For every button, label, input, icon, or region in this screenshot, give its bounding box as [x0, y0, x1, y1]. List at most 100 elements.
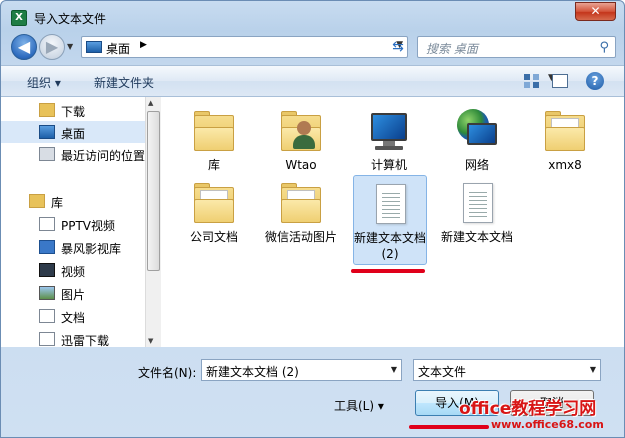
- breadcrumb-arrow-icon[interactable]: ▶: [140, 40, 147, 50]
- sidebar-item-libraries[interactable]: 库: [1, 190, 145, 212]
- folder-icon: [277, 179, 325, 227]
- close-button[interactable]: ✕: [575, 2, 616, 21]
- title-bar: X 导入文本文件 ✕: [1, 1, 624, 35]
- pptv-icon: [39, 217, 55, 231]
- watermark-text: office教程学习网: [459, 399, 597, 419]
- command-toolbar: 组织 ▾ 新建文件夹 ▼ ?: [1, 65, 624, 97]
- sidebar-item-thunder[interactable]: 迅雷下载: [1, 328, 145, 347]
- sidebar-item-pictures[interactable]: 图片: [1, 282, 145, 304]
- filename-value[interactable]: 新建文本文档 (2): [206, 363, 299, 380]
- file-item-xmx8[interactable]: xmx8: [528, 103, 602, 173]
- desktop-icon: [86, 41, 102, 53]
- filetype-dropdown-icon[interactable]: ▼: [590, 365, 596, 374]
- documents-icon: [39, 309, 55, 323]
- forward-button[interactable]: ▶: [39, 34, 65, 60]
- sidebar-item-videos[interactable]: 视频: [1, 259, 145, 281]
- navigation-bar: ◀ ▶ ▼ 桌面 ▶ ▼ ⇆ 搜索 桌面 ⚲: [1, 31, 624, 63]
- file-item-library[interactable]: 库: [177, 103, 251, 173]
- sidebar-item-downloads[interactable]: 下载: [1, 99, 145, 121]
- recent-places-icon: [39, 147, 55, 161]
- sidebar-item-desktop[interactable]: 桌面: [1, 121, 145, 143]
- videos-icon: [39, 263, 55, 277]
- file-name: 网络: [464, 158, 489, 172]
- sidebar-scrollbar[interactable]: ▲ ▼: [145, 97, 161, 347]
- search-icon[interactable]: ⚲: [599, 40, 609, 55]
- filetype-select[interactable]: 文本文件 ▼: [413, 359, 601, 381]
- thunder-download-icon: [39, 332, 55, 346]
- sidebar-item-label: 库: [51, 196, 64, 210]
- text-document-icon: [366, 180, 414, 228]
- recent-pages-dropdown[interactable]: ▼: [67, 42, 77, 52]
- search-input[interactable]: 搜索 桌面 ⚲: [417, 36, 616, 58]
- filetype-value[interactable]: 文本文件: [418, 363, 466, 380]
- search-placeholder: 搜索 桌面: [426, 42, 478, 56]
- file-item-company-docs[interactable]: 公司文档: [177, 175, 251, 245]
- excel-app-icon: X: [11, 10, 27, 26]
- file-name: xmx8: [548, 158, 582, 172]
- scrollbar-thumb[interactable]: [147, 111, 160, 271]
- sidebar-item-label: 视频: [61, 265, 86, 279]
- navigation-pane: 下载 桌面 最近访问的位置 库 PPTV视频 暴风影视库 视频 图片 文档 迅雷…: [1, 97, 145, 347]
- filename-field[interactable]: 新建文本文档 (2) ▼: [201, 359, 402, 381]
- library-icon: [29, 194, 45, 208]
- user-folder-icon: [277, 107, 325, 155]
- file-name: 计算机: [370, 158, 407, 172]
- scroll-down-icon[interactable]: ▼: [148, 337, 153, 345]
- scroll-up-icon[interactable]: ▲: [148, 99, 153, 107]
- window-title: 导入文本文件: [34, 12, 107, 26]
- sidebar-item-documents[interactable]: 文档: [1, 305, 145, 327]
- file-item-wechat-images[interactable]: 微信活动图片: [264, 175, 338, 245]
- file-item-new-text-doc-2[interactable]: 新建文本文档 (2): [353, 175, 427, 265]
- dialog-footer: 文件名(N): 新建文本文档 (2) ▼ 文本文件 ▼ 工具(L) ▾ 导入(M…: [1, 347, 624, 437]
- organize-button[interactable]: 组织 ▾: [27, 74, 61, 91]
- pictures-icon: [39, 286, 55, 300]
- file-list: 库 Wtao 计算机 网络 xmx8 公司文档 微信活动图片 新建文本文档 (2…: [161, 97, 624, 347]
- change-view-icon[interactable]: [523, 73, 541, 89]
- file-item-wtao[interactable]: Wtao: [264, 103, 338, 173]
- sidebar-item-label: 迅雷下载: [61, 334, 110, 347]
- sidebar-item-label: 文档: [61, 311, 86, 325]
- file-item-network[interactable]: 网络: [440, 103, 514, 173]
- file-name: 新建文本文档 (2): [354, 231, 427, 261]
- new-folder-button[interactable]: 新建文件夹: [94, 74, 154, 91]
- sidebar-item-label: 下载: [61, 105, 86, 119]
- sidebar-item-recent-places[interactable]: 最近访问的位置: [1, 143, 145, 165]
- file-name: Wtao: [285, 158, 317, 172]
- file-item-new-text-doc[interactable]: 新建文本文档: [440, 175, 514, 245]
- library-folder-icon: [190, 107, 238, 155]
- annotation-underline: [409, 425, 489, 429]
- address-bar[interactable]: 桌面 ▶ ▼: [81, 36, 408, 58]
- refresh-button[interactable]: ⇆: [387, 36, 409, 58]
- sidebar-item-label: 暴风影视库: [61, 242, 122, 256]
- desktop-icon: [39, 125, 55, 139]
- sidebar-item-pptv[interactable]: PPTV视频: [1, 213, 145, 235]
- watermark-url: www.office68.com: [491, 418, 604, 431]
- folder-icon: [190, 179, 238, 227]
- annotation-underline: [351, 269, 425, 273]
- file-name: 公司文档: [189, 230, 238, 244]
- sidebar-item-label: PPTV视频: [61, 219, 116, 233]
- tools-button[interactable]: 工具(L) ▾: [334, 397, 384, 414]
- file-name: 新建文本文档: [440, 230, 513, 244]
- folder-icon: [541, 107, 589, 155]
- network-icon: [453, 107, 501, 155]
- file-name: 微信活动图片: [264, 230, 337, 244]
- back-button[interactable]: ◀: [11, 34, 37, 60]
- video-library-icon: [39, 240, 55, 254]
- help-icon[interactable]: ?: [586, 72, 604, 90]
- download-folder-icon: [39, 103, 55, 117]
- file-item-computer[interactable]: 计算机: [352, 103, 426, 173]
- file-name: 库: [207, 158, 220, 172]
- filename-label: 文件名(N):: [138, 366, 197, 380]
- import-text-file-dialog: X 导入文本文件 ✕ ◀ ▶ ▼ 桌面 ▶ ▼ ⇆ 搜索 桌面 ⚲ 组织 ▾ 新…: [0, 0, 625, 438]
- sidebar-item-label: 图片: [61, 288, 86, 302]
- sidebar-item-label: 最近访问的位置: [61, 149, 145, 163]
- address-label[interactable]: 桌面: [106, 40, 130, 57]
- filename-dropdown-icon[interactable]: ▼: [391, 365, 397, 374]
- preview-pane-icon[interactable]: [552, 74, 568, 88]
- computer-icon: [365, 107, 413, 155]
- sidebar-item-label: 桌面: [61, 127, 86, 141]
- browser-content: 下载 桌面 最近访问的位置 库 PPTV视频 暴风影视库 视频 图片 文档 迅雷…: [1, 97, 624, 347]
- sidebar-item-baofeng[interactable]: 暴风影视库: [1, 236, 145, 258]
- text-document-icon: [453, 179, 501, 227]
